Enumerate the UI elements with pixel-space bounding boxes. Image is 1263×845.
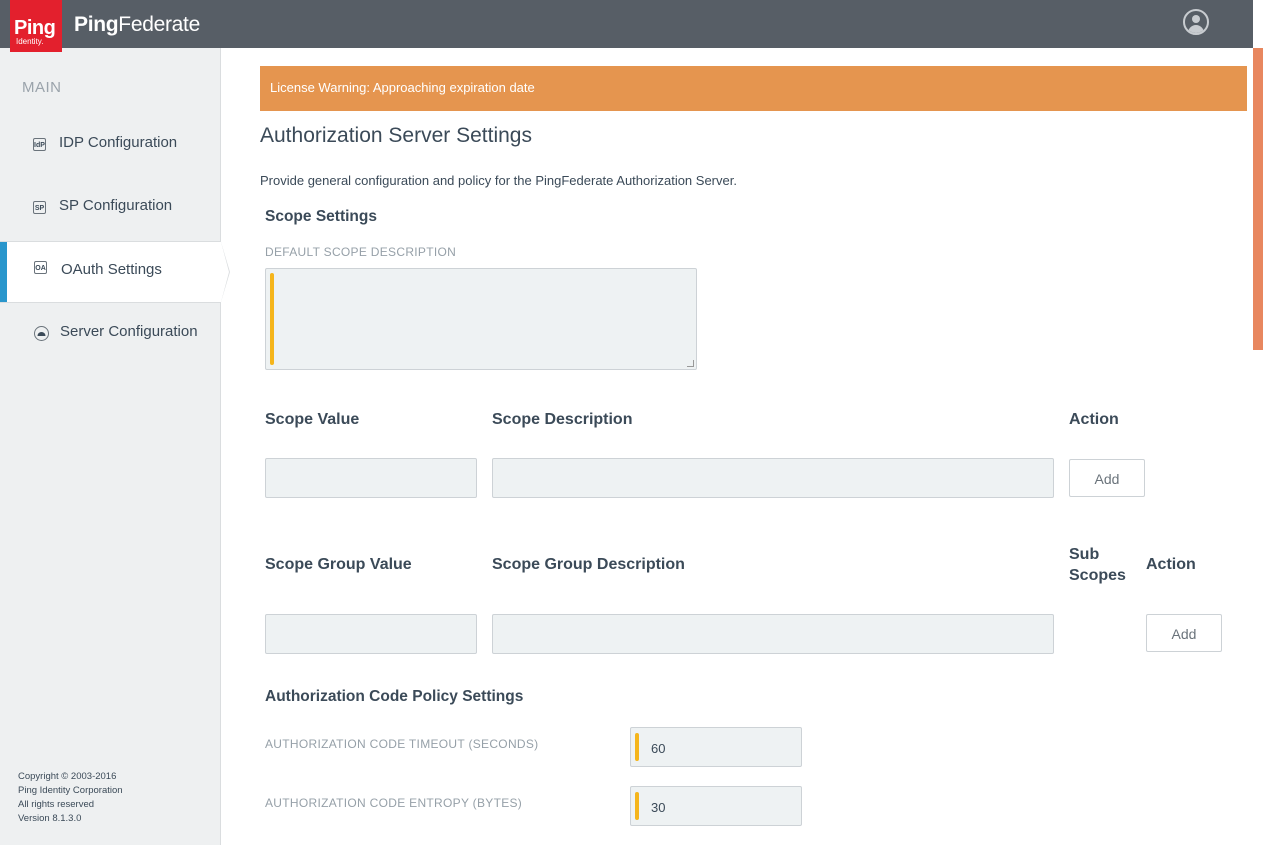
- default-scope-description-label: DEFAULT SCOPE DESCRIPTION: [265, 245, 457, 259]
- auth-code-timeout-input[interactable]: 60: [630, 727, 802, 767]
- sidebar-item-label: OAuth Settings: [61, 261, 162, 278]
- sidebar-heading: MAIN: [22, 79, 62, 96]
- auth-code-policy-heading: Authorization Code Policy Settings: [265, 688, 524, 705]
- copyright-text: Copyright © 2003-2016: [18, 771, 117, 782]
- add-scope-group-button[interactable]: Add: [1146, 614, 1222, 652]
- sidebar-item-oauth-settings[interactable]: OA OAuth Settings: [0, 241, 230, 303]
- sidebar-item-idp-configuration[interactable]: IdP IDP Configuration: [0, 115, 220, 175]
- scrollbar-thumb[interactable]: [1253, 48, 1263, 350]
- scope-group-description-header: Scope Group Description: [492, 556, 685, 573]
- scope-action-header: Action: [1069, 411, 1119, 428]
- sidebar-item-label: IDP Configuration: [59, 134, 178, 151]
- product-name: PingFederate: [74, 13, 200, 36]
- scope-group-value-header: Scope Group Value: [265, 556, 412, 573]
- oauth-icon: OA: [34, 261, 47, 274]
- sub-scopes-header: Sub Scopes: [1069, 546, 1126, 584]
- rights-text: All rights reserved: [18, 799, 95, 810]
- add-scope-button[interactable]: Add: [1069, 459, 1145, 497]
- server-icon: [34, 326, 49, 341]
- auth-code-entropy-input[interactable]: 30: [630, 786, 802, 826]
- ping-identity-logo[interactable]: Ping Identity.: [10, 0, 62, 52]
- license-warning-banner: License Warning: Approaching expiration …: [260, 66, 1247, 111]
- sp-icon: SP: [33, 201, 46, 214]
- page-description: Provide general configuration and policy…: [260, 173, 737, 188]
- required-marker: [635, 733, 639, 761]
- auth-code-timeout-label: AUTHORIZATION CODE TIMEOUT (SECONDS): [265, 737, 539, 751]
- default-scope-description-textarea[interactable]: [265, 268, 697, 370]
- sidebar-item-label: SP Configuration: [59, 197, 173, 214]
- required-marker: [635, 792, 639, 820]
- scope-group-value-input[interactable]: [265, 614, 477, 654]
- top-bar: PingFederate: [0, 0, 1253, 48]
- auth-code-entropy-label: AUTHORIZATION CODE ENTROPY (BYTES): [265, 796, 523, 810]
- sidebar-item-label: Server Configuration: [60, 323, 198, 340]
- sidebar-item-server-configuration[interactable]: Server Configuration: [0, 304, 220, 364]
- sidebar: MAIN IdP IDP Configuration SP SP Configu…: [0, 48, 230, 845]
- scope-group-action-header: Action: [1146, 556, 1196, 573]
- scope-settings-heading: Scope Settings: [265, 208, 377, 225]
- sidebar-footer: Copyright © 2003-2016 Ping Identity Corp…: [18, 770, 123, 826]
- version-text: Version 8.1.3.0: [18, 813, 82, 824]
- user-profile-icon[interactable]: [1183, 9, 1209, 35]
- resize-handle[interactable]: [687, 360, 694, 367]
- sidebar-item-sp-configuration[interactable]: SP SP Configuration: [0, 178, 220, 238]
- required-marker: [270, 273, 274, 365]
- company-text: Ping Identity Corporation: [18, 785, 123, 796]
- scope-value-header: Scope Value: [265, 411, 360, 428]
- scope-group-description-input[interactable]: [492, 614, 1054, 654]
- idp-icon: IdP: [33, 138, 46, 151]
- scope-value-input[interactable]: [265, 458, 477, 498]
- active-indicator: [0, 242, 7, 302]
- scope-description-input[interactable]: [492, 458, 1054, 498]
- scope-description-header: Scope Description: [492, 411, 633, 428]
- page-title: Authorization Server Settings: [260, 124, 532, 147]
